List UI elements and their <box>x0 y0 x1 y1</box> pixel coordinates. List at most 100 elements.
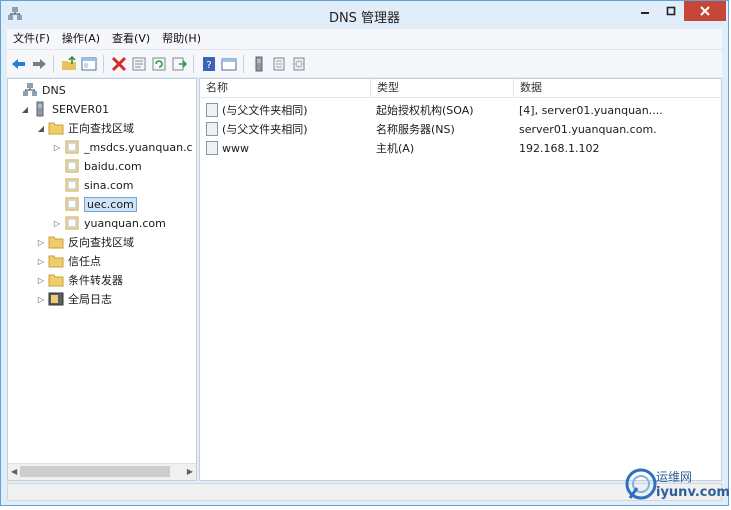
record-name: (与父文件夹相同) <box>222 104 308 117</box>
collapse-icon[interactable]: ◢ <box>36 124 46 133</box>
menu-action[interactable]: 操作(A) <box>56 29 106 49</box>
tree-label: 反向查找区域 <box>68 236 134 249</box>
toolbar: ? <box>7 49 722 77</box>
export-list-icon[interactable] <box>171 56 187 72</box>
up-folder-icon[interactable] <box>61 56 77 72</box>
column-header-data[interactable]: 数据 <box>513 79 721 97</box>
scroll-left-icon[interactable]: ◀ <box>11 467 17 476</box>
scrollbar-thumb[interactable] <box>20 466 170 477</box>
zone-record-icon[interactable] <box>271 56 287 72</box>
server-icon[interactable] <box>251 56 267 72</box>
toolbar-separator <box>103 55 104 73</box>
expand-icon[interactable]: ▷ <box>36 295 46 304</box>
folder-icon <box>48 255 64 268</box>
folder-icon <box>48 122 64 135</box>
tree-label: sina.com <box>84 178 134 192</box>
tree-label: uec.com <box>84 196 137 212</box>
menu-file[interactable]: 文件(F) <box>7 29 56 49</box>
watermark-text-url: iyunv.com <box>656 485 730 500</box>
window-title: DNS 管理器 <box>328 11 401 26</box>
tree-node-zone[interactable]: ▷ _msdcs.yuanquan.c <box>52 138 193 156</box>
zone-icon <box>65 216 79 230</box>
tree-node-dns[interactable]: DNS <box>10 81 66 99</box>
record-name: www <box>222 142 249 155</box>
record-icon <box>206 103 218 117</box>
tree-node-trust-points[interactable]: ▷ 信任点 <box>36 252 101 270</box>
site-watermark: 运维网 iyunv.com <box>624 462 730 508</box>
maximize-button[interactable] <box>658 1 684 21</box>
list-item[interactable]: (与父文件夹相同) 名称服务器(NS) server01.yuanquan.co… <box>200 120 721 139</box>
dns-manager-window: DNS 管理器 文件(F) 操作(A) 查看(V) 帮助(H) ? DNS ◢ … <box>0 0 729 506</box>
tree-node-zone[interactable]: ▷ yuanquan.com <box>52 214 166 232</box>
column-header-name[interactable]: 名称 <box>200 79 370 97</box>
collapse-icon[interactable]: ◢ <box>20 105 30 114</box>
close-icon <box>700 6 710 16</box>
tree-label: baidu.com <box>84 159 142 173</box>
back-arrow-icon[interactable] <box>11 56 27 72</box>
zone-icon <box>65 159 79 173</box>
record-type: 名称服务器(NS) <box>376 123 455 136</box>
column-header-type[interactable]: 类型 <box>370 79 513 97</box>
expand-icon[interactable]: ▷ <box>36 257 46 266</box>
tree-label: 条件转发器 <box>68 274 123 287</box>
tree-node-zone[interactable]: sina.com <box>52 176 134 194</box>
close-button[interactable] <box>684 1 726 21</box>
expand-icon[interactable]: ▷ <box>52 219 62 228</box>
mmc-view-icon[interactable] <box>221 56 237 72</box>
scroll-right-icon[interactable]: ▶ <box>187 467 193 476</box>
event-log-icon <box>48 292 64 306</box>
svg-text:?: ? <box>206 60 211 71</box>
list-item[interactable]: (与父文件夹相同) 起始授权机构(SOA) [4], server01.yuan… <box>200 101 721 120</box>
record-data: [4], server01.yuanquan.... <box>519 104 663 117</box>
dns-icon <box>23 83 37 96</box>
expand-icon[interactable]: ▷ <box>52 143 62 152</box>
tree-label: yuanquan.com <box>84 216 166 230</box>
show-hide-tree-icon[interactable] <box>81 56 97 72</box>
toolbar-separator <box>53 55 54 73</box>
maximize-icon <box>666 6 676 16</box>
tree-label: _msdcs.yuanquan.c <box>84 140 193 154</box>
doc-record-icon[interactable] <box>291 56 307 72</box>
list-item[interactable]: www 主机(A) 192.168.1.102 <box>200 139 721 158</box>
menu-view[interactable]: 查看(V) <box>106 29 156 49</box>
watermark-logo-icon <box>625 468 657 500</box>
record-icon <box>206 122 218 136</box>
record-icon <box>206 141 218 155</box>
tree-label: 正向查找区域 <box>68 122 134 135</box>
tree-node-zone-selected[interactable]: uec.com <box>52 195 137 213</box>
forward-arrow-icon[interactable] <box>31 56 47 72</box>
expand-icon[interactable]: ▷ <box>36 276 46 285</box>
tree-horizontal-scrollbar[interactable]: ◀ ▶ <box>8 463 196 480</box>
help-icon[interactable]: ? <box>201 56 217 72</box>
expand-icon[interactable]: ▷ <box>36 238 46 247</box>
tree-node-forward-zones[interactable]: ◢ 正向查找区域 <box>36 119 134 137</box>
tree-node-global-logs[interactable]: ▷ 全局日志 <box>36 290 112 308</box>
list-header: 名称 类型 数据 <box>200 79 721 98</box>
record-type: 主机(A) <box>376 142 415 155</box>
zone-icon <box>65 197 79 211</box>
menu-bar: 文件(F) 操作(A) 查看(V) 帮助(H) <box>7 29 722 49</box>
folder-icon <box>48 274 64 287</box>
minimize-button[interactable] <box>632 1 658 21</box>
tree-node-zone[interactable]: baidu.com <box>52 157 142 175</box>
toolbar-separator <box>193 55 194 73</box>
title-bar[interactable]: DNS 管理器 <box>1 1 728 29</box>
tree-node-conditional-forwarders[interactable]: ▷ 条件转发器 <box>36 271 123 289</box>
record-data: 192.168.1.102 <box>519 142 600 155</box>
console-tree: DNS ◢ SERVER01 ◢ 正向查找区域 ▷ _msdcs.yuanqua… <box>7 78 197 481</box>
tree-label: 全局日志 <box>68 293 112 306</box>
refresh-icon[interactable] <box>151 56 167 72</box>
tree-label: DNS <box>42 83 66 97</box>
properties-icon[interactable] <box>131 56 147 72</box>
folder-icon <box>48 236 64 249</box>
tree-label: SERVER01 <box>52 102 110 116</box>
tree-node-server01[interactable]: ◢ SERVER01 <box>20 100 109 118</box>
menu-help[interactable]: 帮助(H) <box>156 29 207 49</box>
tree-node-reverse-zones[interactable]: ▷ 反向查找区域 <box>36 233 134 251</box>
record-data: server01.yuanquan.com. <box>519 123 657 136</box>
records-list: 名称 类型 数据 (与父文件夹相同) 起始授权机构(SOA) [4], serv… <box>199 78 722 481</box>
tree-label: 信任点 <box>68 255 101 268</box>
delete-icon[interactable] <box>111 56 127 72</box>
server-icon <box>36 101 44 117</box>
record-name: (与父文件夹相同) <box>222 123 308 136</box>
